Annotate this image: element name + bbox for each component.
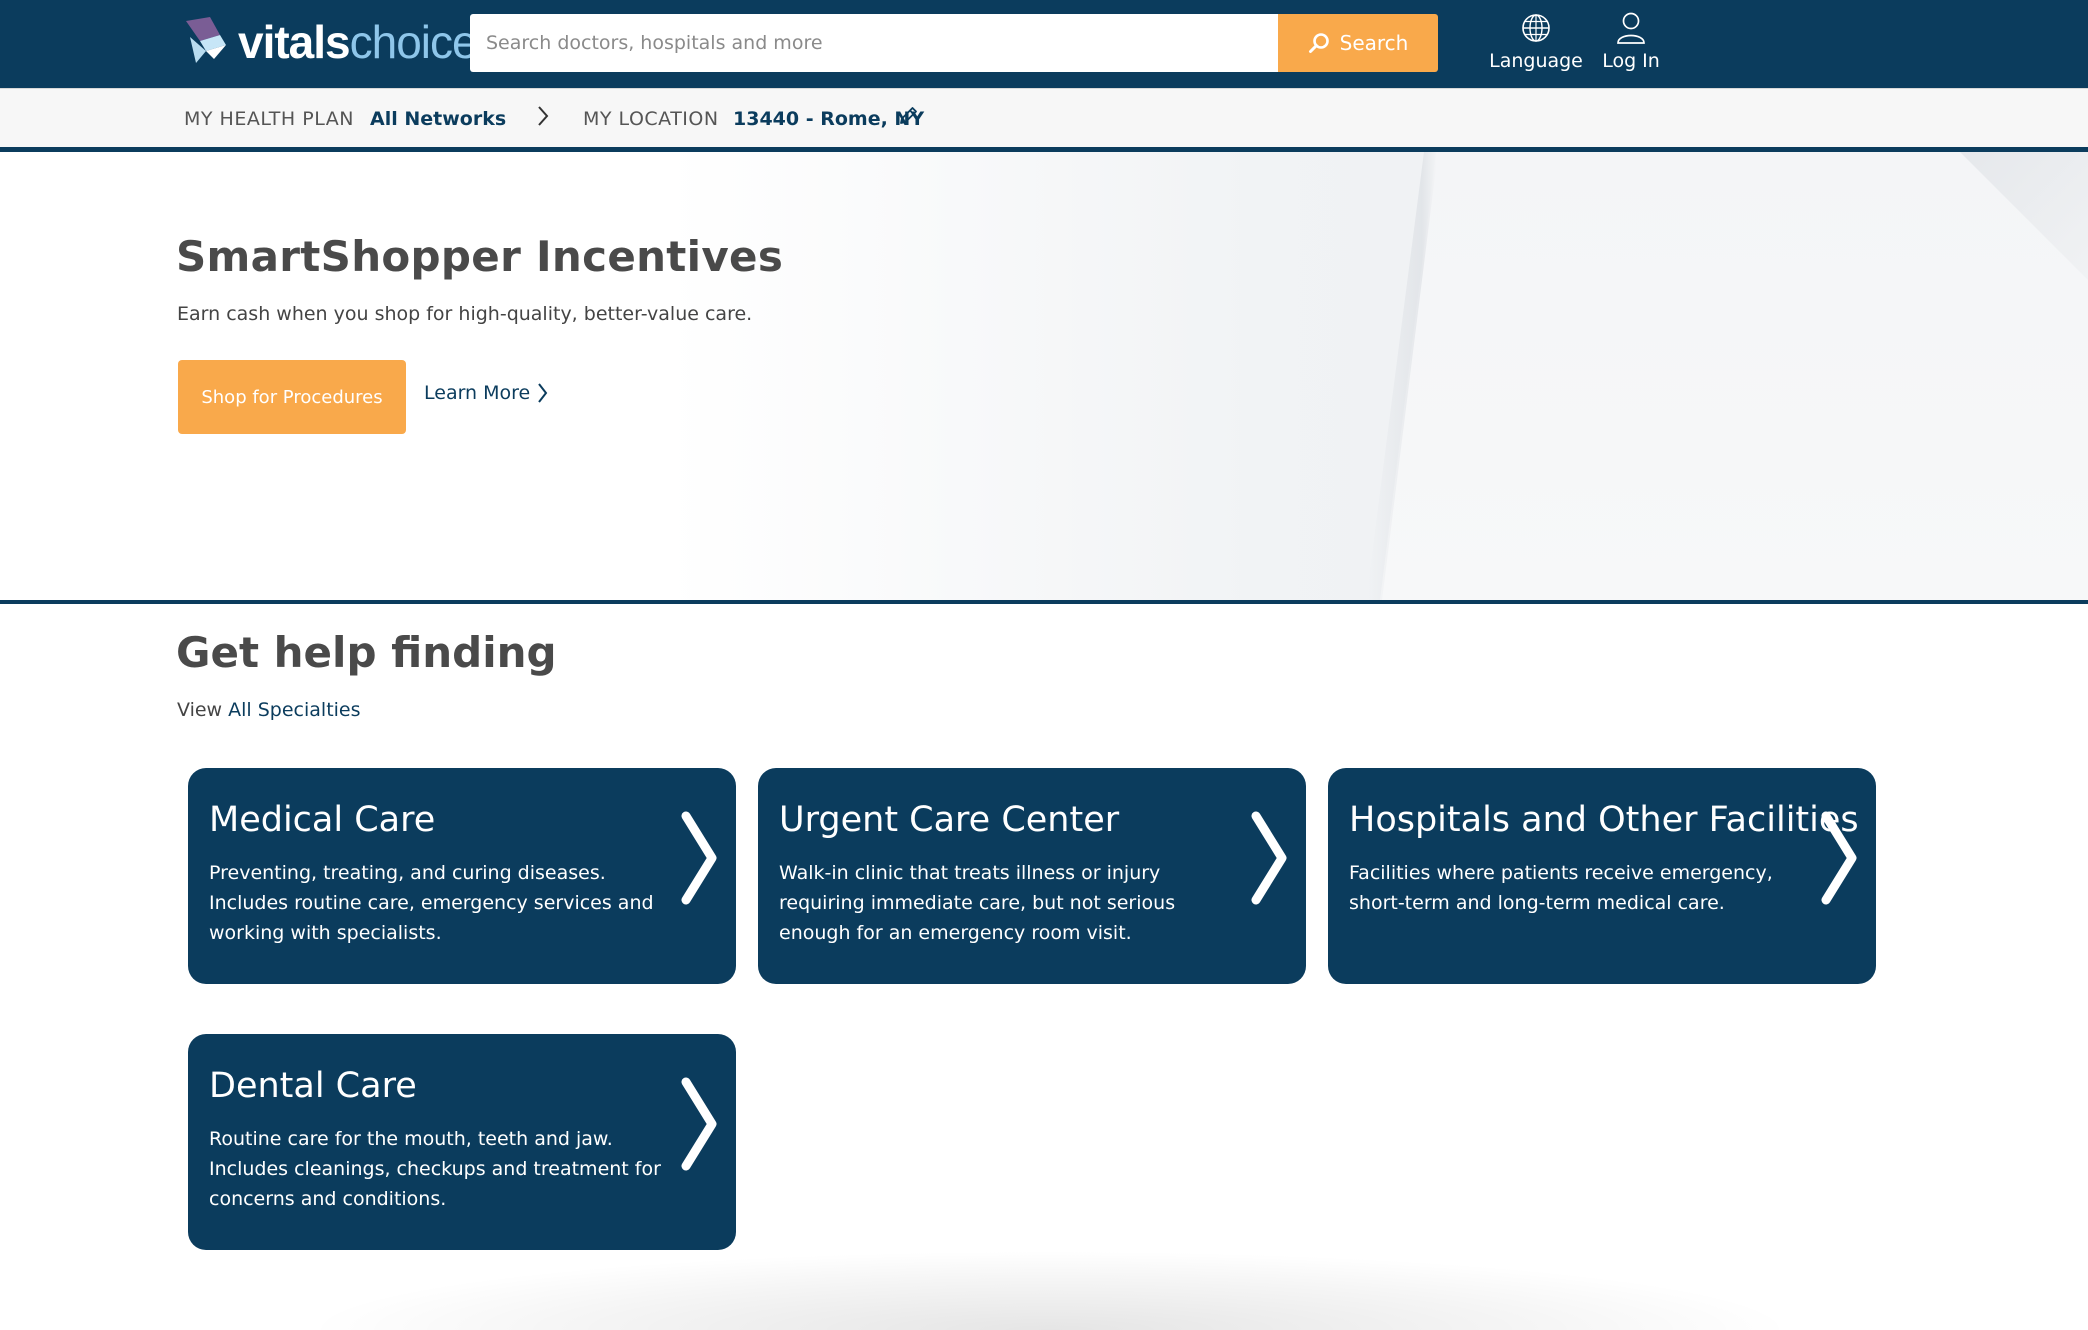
language-button[interactable]: Language [1488, 10, 1584, 78]
card-description: Preventing, treating, and curing disease… [209, 862, 654, 944]
search-input[interactable] [470, 14, 1278, 72]
learn-more-link[interactable]: Learn More [424, 382, 548, 404]
card-title: Medical Care [209, 800, 436, 840]
all-specialties-link[interactable]: All Specialties [228, 699, 360, 721]
card-dental-care[interactable]: Dental Care Routine care for the mouth, … [188, 1034, 736, 1250]
chevron-right-icon [681, 811, 717, 905]
location-label: MY LOCATION [583, 108, 719, 130]
logo-mark-icon [186, 17, 226, 63]
pencil-icon[interactable] [897, 105, 919, 133]
location-selector[interactable]: 13440 - Rome, NY [733, 107, 924, 131]
globe-icon [1520, 10, 1552, 46]
search-icon [1308, 33, 1329, 53]
chevron-right-icon [1251, 811, 1287, 905]
footer-shadow [300, 1250, 1800, 1330]
card-description: Routine care for the mouth, teeth and ja… [209, 1128, 661, 1210]
card-urgent-care-center[interactable]: Urgent Care Center Walk-in clinic that t… [758, 768, 1306, 984]
chevron-right-icon [538, 383, 548, 403]
card-description: Facilities where patients receive emerge… [1349, 862, 1773, 914]
hero-background-shape [1380, 152, 2088, 600]
card-title: Dental Care [209, 1066, 417, 1106]
health-plan-label: MY HEALTH PLAN [184, 108, 354, 130]
view-all-specialties: View All Specialties [177, 699, 361, 721]
chevron-right-icon [536, 104, 550, 134]
shop-for-procedures-button[interactable]: Shop for Procedures [178, 360, 406, 434]
card-hospitals-and-other-facilities[interactable]: Hospitals and Other Facilities Facilitie… [1328, 768, 1876, 984]
hero-title: SmartShopper Incentives [176, 232, 784, 281]
card-title: Urgent Care Center [779, 800, 1120, 840]
vitalschoice-logo[interactable]: vitalschoice [180, 14, 478, 70]
card-medical-care[interactable]: Medical Care Preventing, treating, and c… [188, 768, 736, 984]
hero-divider [0, 600, 2088, 604]
search-button-label: Search [1339, 31, 1409, 55]
language-label: Language [1489, 50, 1583, 72]
login-button[interactable]: Log In [1596, 10, 1666, 78]
hero-subtitle: Earn cash when you shop for high-quality… [177, 303, 753, 325]
chevron-right-icon [1821, 811, 1857, 905]
learn-more-label: Learn More [424, 382, 531, 404]
health-plan-selector[interactable]: All Networks [370, 107, 506, 131]
card-description: Walk-in clinic that treats illness or in… [779, 862, 1176, 944]
top-header: vitalschoice Search Language [0, 0, 2088, 88]
view-prefix: View [177, 699, 223, 721]
search-button[interactable]: Search [1278, 14, 1438, 72]
section-title: Get help finding [176, 628, 557, 677]
login-label: Log In [1602, 50, 1660, 72]
chevron-right-icon [681, 1077, 717, 1171]
card-title: Hospitals and Other Facilities [1349, 800, 1859, 840]
logo-wordmark: vitalschoice [238, 16, 478, 68]
user-icon [1615, 10, 1647, 46]
